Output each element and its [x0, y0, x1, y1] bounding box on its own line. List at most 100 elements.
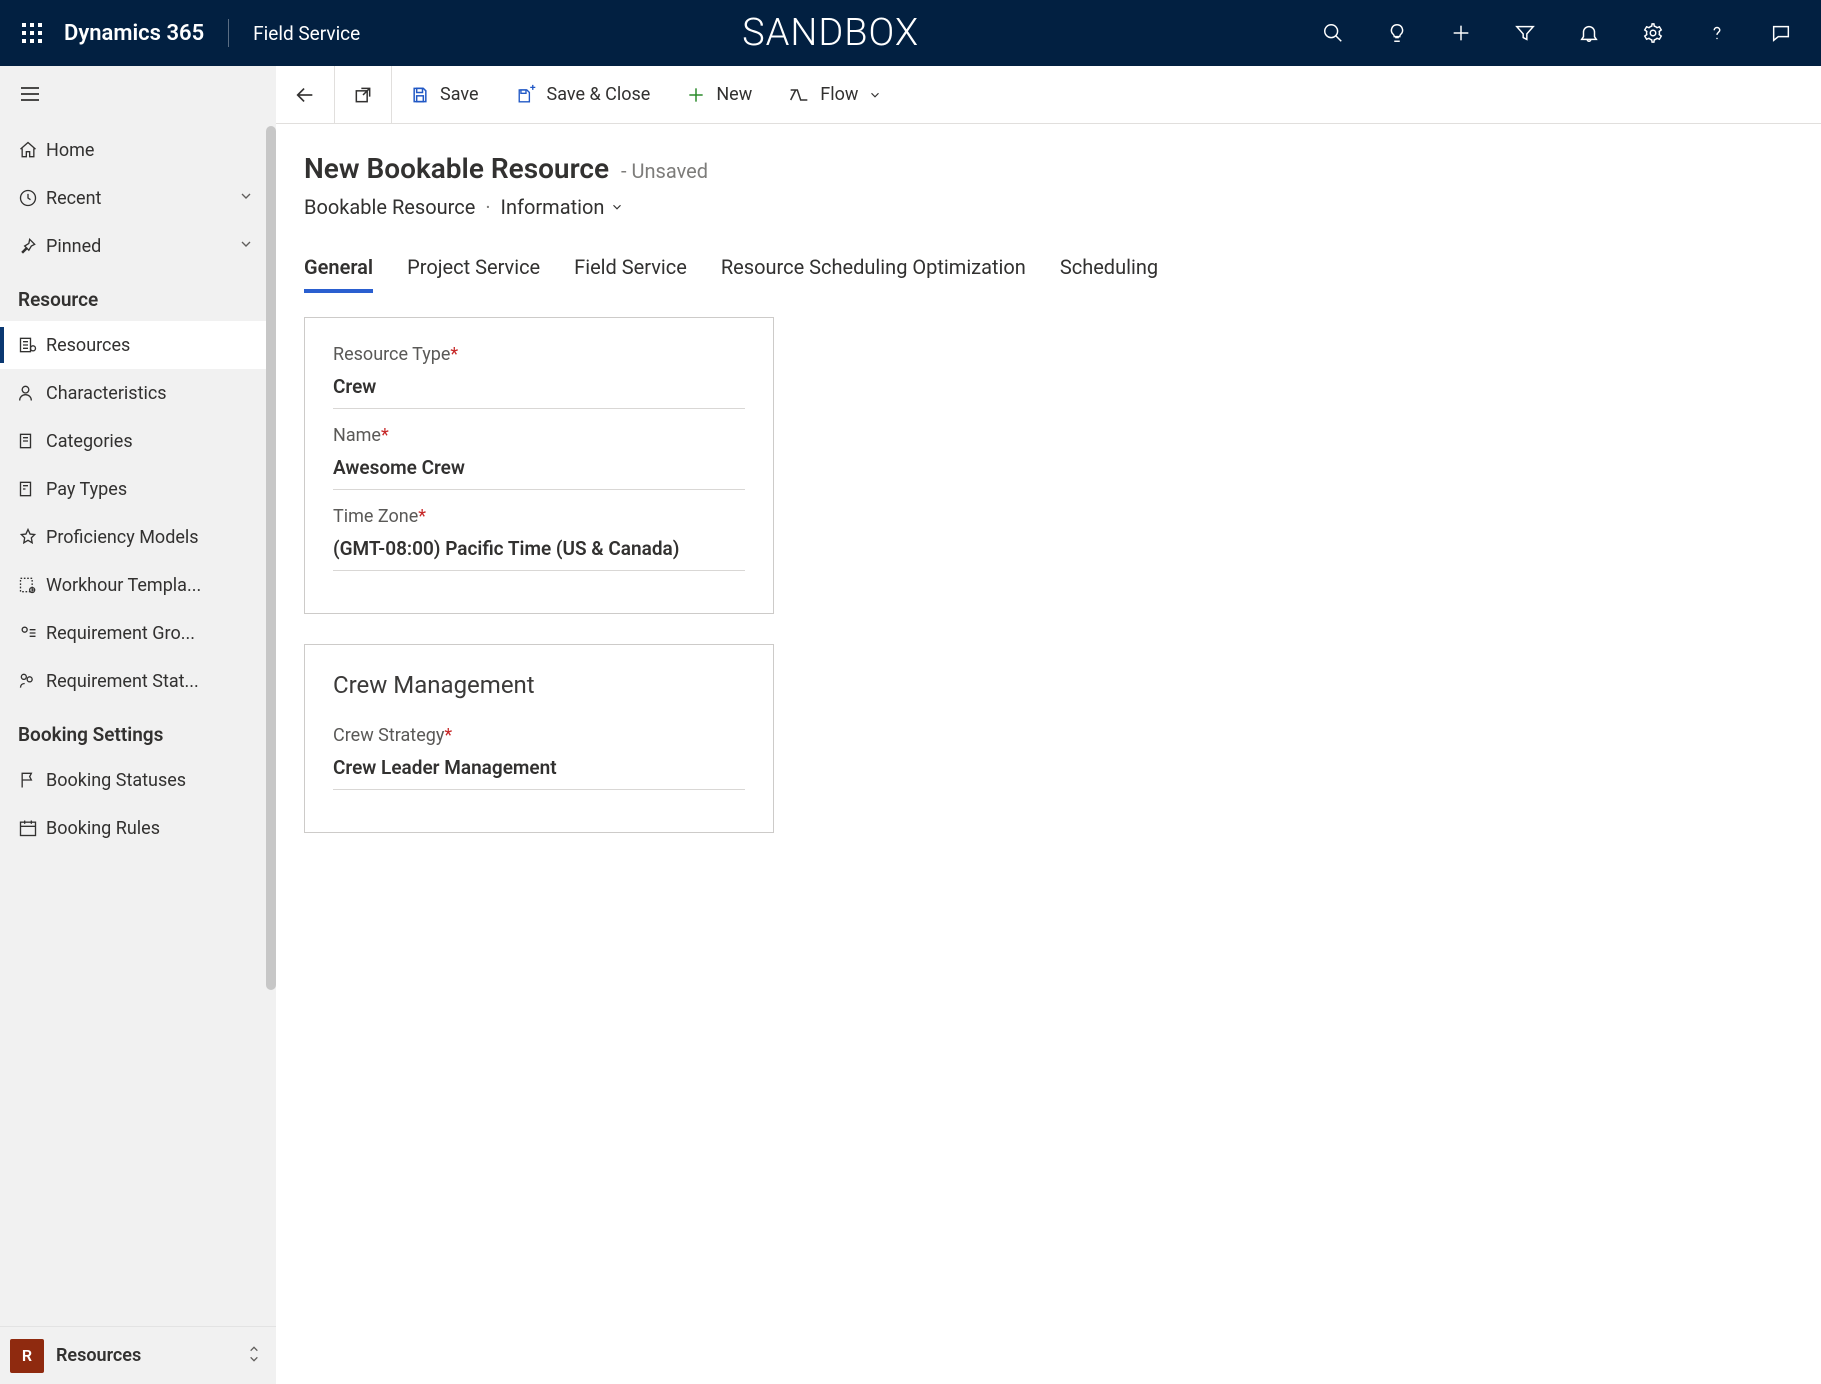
chat-icon — [1770, 22, 1792, 44]
save-button[interactable]: Save — [392, 66, 497, 124]
open-new-window-button[interactable] — [335, 66, 391, 124]
ideas-button[interactable] — [1365, 0, 1429, 66]
back-button[interactable] — [276, 66, 334, 124]
crew-strategy-input[interactable]: Crew Leader Management — [333, 756, 745, 790]
form-name: Information — [501, 195, 605, 219]
funnel-icon — [1514, 22, 1536, 44]
record-header: New Bookable Resource - Unsaved Bookable… — [276, 124, 1821, 229]
field-name: Name* Awesome Crew — [333, 425, 745, 490]
sidebar-item-label: Booking Rules — [46, 818, 254, 839]
sidebar-item-reqstatus[interactable]: Requirement Stat... — [0, 657, 272, 705]
sidebar-item-label: Characteristics — [46, 383, 254, 404]
sidebar-item-label: Recent — [46, 188, 238, 209]
tab-field-service[interactable]: Field Service — [574, 249, 687, 293]
sidebar-item-categories[interactable]: Categories — [0, 417, 272, 465]
main-content: Save Save & Close New Flow New Bookable … — [276, 66, 1821, 1384]
calendar-icon — [18, 818, 46, 838]
environment-label: SANDBOX — [360, 11, 1301, 55]
required-asterisk: * — [450, 344, 458, 365]
entity-name: Bookable Resource — [304, 195, 475, 219]
sidebar-item-label: Home — [46, 140, 254, 161]
product-brand[interactable]: Dynamics 365 — [64, 21, 228, 46]
tab-rso[interactable]: Resource Scheduling Optimization — [721, 249, 1026, 293]
sidebar-item-label: Requirement Gro... — [46, 623, 254, 644]
sidebar-scrollbar[interactable] — [266, 126, 276, 1326]
sidebar-item-label: Proficiency Models — [46, 527, 254, 548]
settings-button[interactable] — [1621, 0, 1685, 66]
search-button[interactable] — [1301, 0, 1365, 66]
sidebar-item-recent[interactable]: Recent — [0, 174, 272, 222]
template-icon — [18, 575, 46, 595]
status-icon — [18, 671, 46, 691]
new-button[interactable]: New — [668, 66, 770, 124]
sidebar-item-proficiency[interactable]: Proficiency Models — [0, 513, 272, 561]
sidebar-item-characteristics[interactable]: Characteristics — [0, 369, 272, 417]
required-asterisk: * — [381, 425, 389, 446]
form-selector[interactable]: Information — [501, 195, 625, 219]
timezone-input[interactable]: (GMT-08:00) Pacific Time (US & Canada) — [333, 537, 745, 571]
required-asterisk: * — [418, 506, 426, 527]
area-badge: R — [10, 1339, 44, 1373]
tab-project-service[interactable]: Project Service — [407, 249, 540, 293]
tab-general[interactable]: General — [304, 249, 373, 293]
help-button[interactable] — [1685, 0, 1749, 66]
label-text: Crew Strategy — [333, 725, 444, 746]
sidebar-item-label: Booking Statuses — [46, 770, 254, 791]
label-text: Name — [333, 425, 381, 446]
chevron-down-icon — [868, 88, 882, 102]
app-name[interactable]: Field Service — [233, 22, 360, 45]
flag-icon — [18, 770, 46, 790]
flow-button[interactable]: Flow — [770, 66, 900, 124]
form-tabs: General Project Service Field Service Re… — [276, 229, 1821, 293]
clock-icon — [18, 188, 46, 208]
save-label: Save — [440, 84, 479, 105]
resource-type-input[interactable]: Crew — [333, 375, 745, 409]
save-close-icon — [515, 84, 537, 106]
area-switcher[interactable]: R Resources — [0, 1326, 276, 1384]
sidebar-item-booking-statuses[interactable]: Booking Statuses — [0, 756, 272, 804]
add-button[interactable] — [1429, 0, 1493, 66]
command-bar: Save Save & Close New Flow — [276, 66, 1821, 124]
sitemap-toggle-button[interactable] — [18, 82, 42, 110]
sidebar-item-label: Pay Types — [46, 479, 254, 500]
sidebar-item-pinned[interactable]: Pinned — [0, 222, 272, 270]
save-close-button[interactable]: Save & Close — [497, 66, 669, 124]
app-launcher-button[interactable] — [0, 0, 64, 66]
section-title: Crew Management — [333, 671, 745, 699]
sidebar-item-paytypes[interactable]: Pay Types — [0, 465, 272, 513]
pin-icon — [18, 236, 46, 256]
sidebar-item-home[interactable]: Home — [0, 126, 272, 174]
global-commands — [1301, 0, 1821, 66]
flow-label: Flow — [820, 84, 858, 105]
sidebar-section-resource: Resource — [0, 270, 272, 321]
sidebar-item-workhour[interactable]: Workhour Templa... — [0, 561, 272, 609]
sidebar-item-booking-rules[interactable]: Booking Rules — [0, 804, 272, 852]
tab-scheduling[interactable]: Scheduling — [1060, 249, 1158, 293]
star-icon — [18, 527, 46, 547]
sidebar-item-resources[interactable]: Resources — [0, 321, 272, 369]
home-icon — [18, 140, 46, 160]
sidebar-section-booking: Booking Settings — [0, 705, 272, 756]
assistant-button[interactable] — [1749, 0, 1813, 66]
name-input[interactable]: Awesome Crew — [333, 456, 745, 490]
sidebar-item-reqgroups[interactable]: Requirement Gro... — [0, 609, 272, 657]
plus-icon — [1450, 22, 1472, 44]
required-asterisk: * — [444, 725, 452, 746]
section-crew-management: Crew Management Crew Strategy* Crew Lead… — [304, 644, 774, 833]
field-label: Resource Type* — [333, 344, 745, 365]
field-label: Name* — [333, 425, 745, 446]
pay-icon — [18, 479, 46, 499]
plus-icon — [686, 85, 706, 105]
record-status: - Unsaved — [621, 159, 708, 183]
field-crew-strategy: Crew Strategy* Crew Leader Management — [333, 725, 745, 790]
chevron-updown-icon — [246, 1344, 262, 1368]
person-icon — [18, 383, 46, 403]
filter-button[interactable] — [1493, 0, 1557, 66]
popout-icon — [353, 85, 373, 105]
notifications-button[interactable] — [1557, 0, 1621, 66]
bell-icon — [1578, 22, 1600, 44]
resource-icon — [18, 335, 46, 355]
scrollbar-thumb[interactable] — [266, 126, 276, 990]
field-label: Crew Strategy* — [333, 725, 745, 746]
sidebar-item-label: Resources — [46, 335, 254, 356]
